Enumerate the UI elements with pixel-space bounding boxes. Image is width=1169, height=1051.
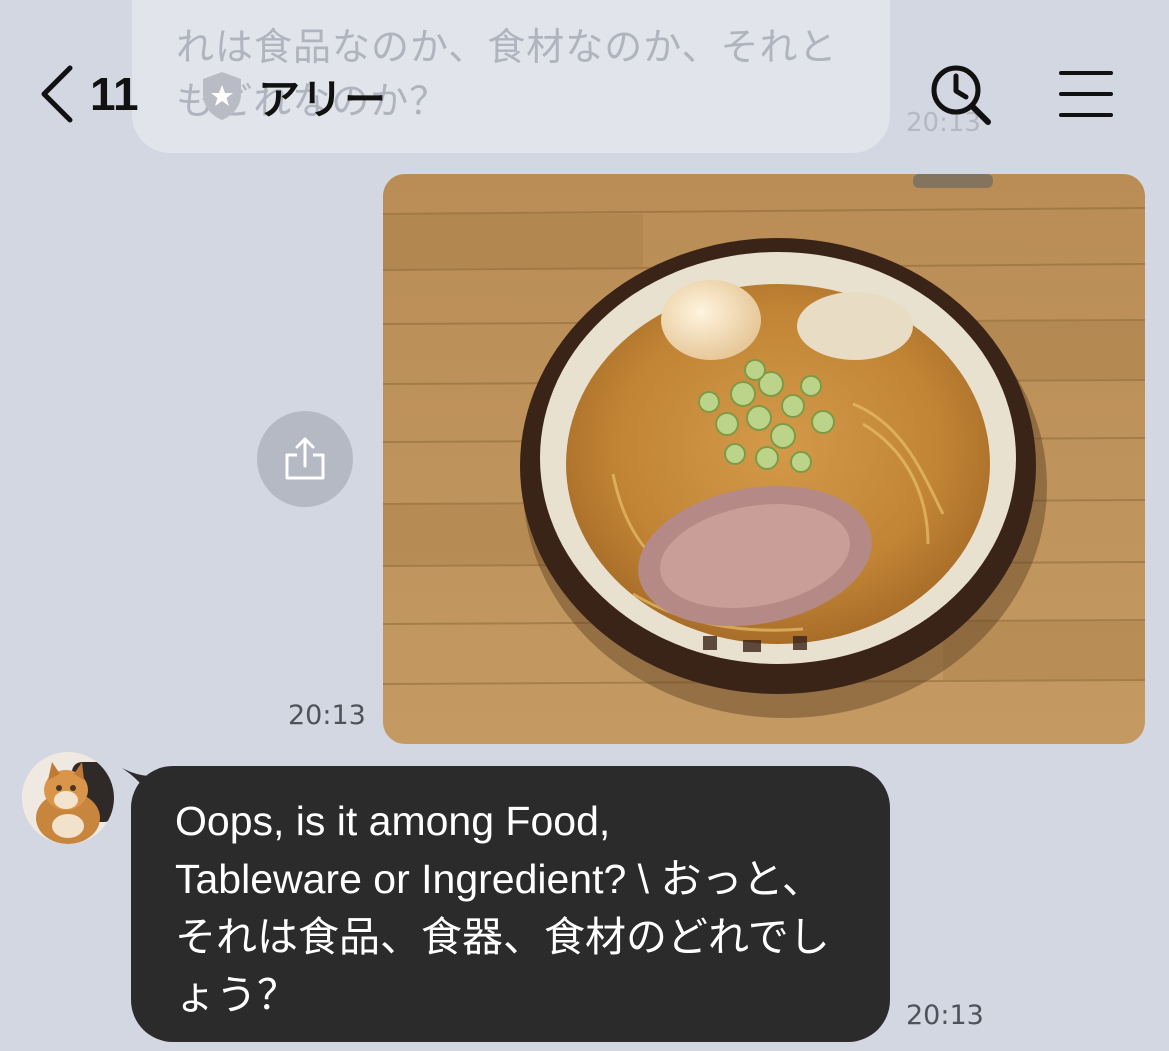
chat-screen: れは食品なのか、食材なのか、それともどれなのか？ 20:13 11 アリー 20… bbox=[0, 0, 1169, 1051]
share-button[interactable] bbox=[257, 411, 353, 507]
chat-header: 11 アリー bbox=[0, 0, 1169, 150]
hamburger-menu-icon[interactable] bbox=[1058, 68, 1114, 120]
chevron-left-icon bbox=[41, 65, 73, 123]
share-upload-icon bbox=[285, 437, 325, 480]
unread-count: 11 bbox=[90, 68, 139, 120]
chat-title[interactable]: アリー bbox=[258, 66, 387, 127]
photo-time: 20:13 bbox=[288, 700, 366, 731]
incoming-message-text: Oops, is it among Food, Tableware or Ing… bbox=[175, 798, 830, 1018]
incoming-message-time: 20:13 bbox=[906, 1000, 984, 1031]
cat-avatar[interactable] bbox=[22, 752, 114, 844]
clock-search-icon[interactable] bbox=[928, 62, 994, 128]
cat-avatar-icon bbox=[22, 752, 114, 844]
ramen-photo[interactable] bbox=[383, 174, 1145, 744]
ramen-photo-image bbox=[383, 174, 1145, 744]
incoming-message-bubble[interactable]: Oops, is it among Food, Tableware or Ing… bbox=[131, 766, 890, 1042]
back-button[interactable]: 11 bbox=[36, 62, 139, 126]
shield-star-icon bbox=[203, 72, 241, 120]
